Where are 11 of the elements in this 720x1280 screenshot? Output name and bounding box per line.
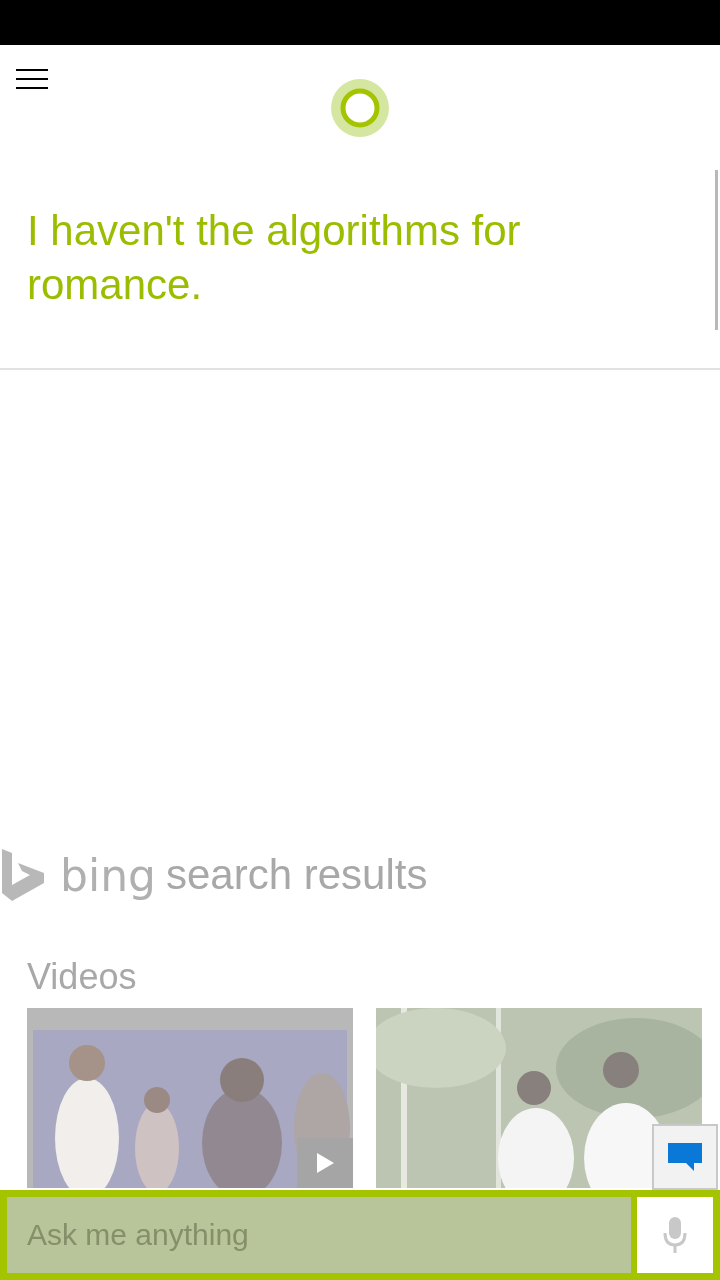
play-icon[interactable] xyxy=(297,1138,353,1188)
ring-icon xyxy=(330,78,390,138)
bing-logo: bing xyxy=(60,849,156,901)
microphone-icon xyxy=(662,1215,688,1255)
videos-heading: Videos xyxy=(27,956,138,999)
response-text: I haven't the algorithms for romance. xyxy=(27,206,522,310)
menu-icon[interactable] xyxy=(16,69,48,89)
chat-bubble-icon xyxy=(667,1142,703,1172)
logo-icon xyxy=(0,847,46,903)
feedback-button[interactable] xyxy=(652,1124,718,1190)
results-title: search results xyxy=(166,851,428,899)
